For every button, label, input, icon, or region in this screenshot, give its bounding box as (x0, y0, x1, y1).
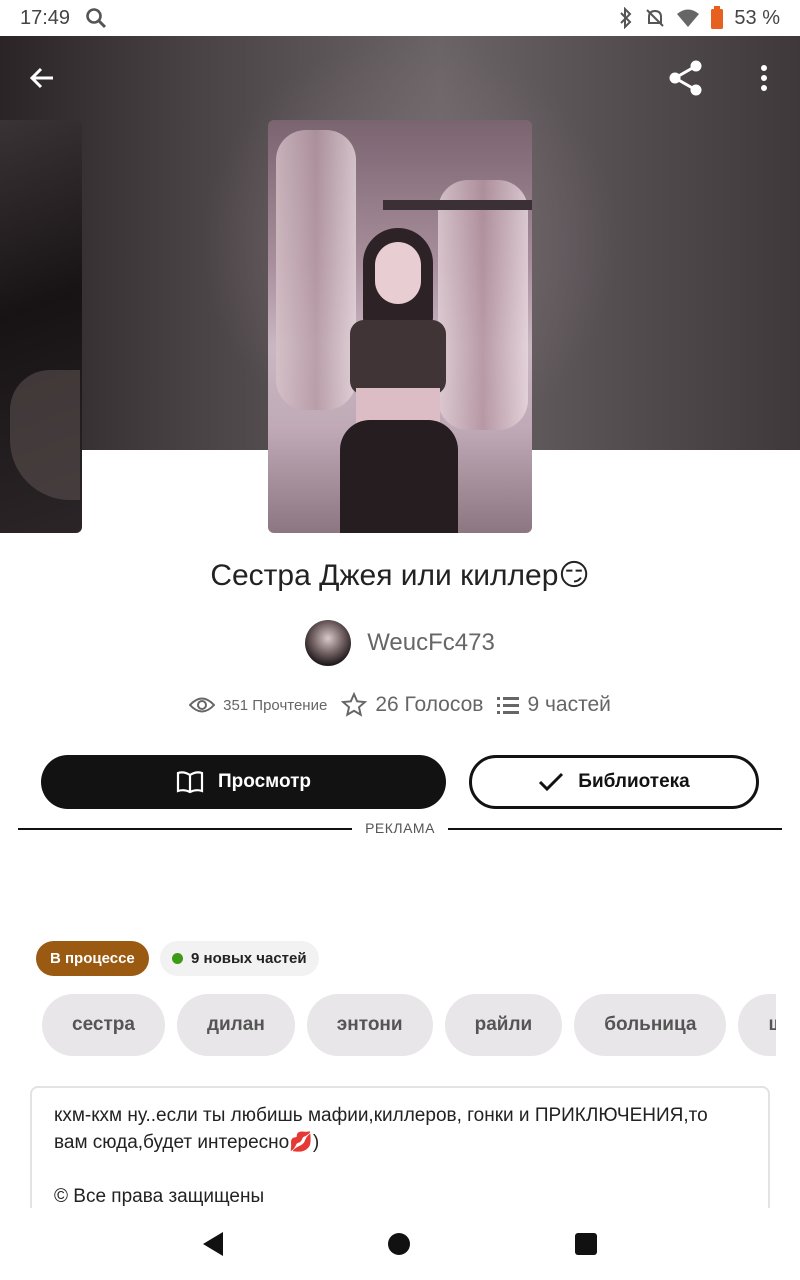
previous-cover-image[interactable] (0, 120, 82, 533)
copyright-text: © Все права защищены (54, 1186, 265, 1207)
reads-count: 351 Прочтение (223, 696, 328, 714)
share-icon (669, 60, 702, 96)
new-indicator-dot (172, 953, 183, 964)
story-title: Сестра Джея или киллер😏 (210, 559, 590, 592)
nav-home-icon[interactable] (387, 1233, 410, 1255)
book-icon (176, 771, 204, 794)
author-link[interactable]: WeucFc473 (0, 620, 800, 666)
read-button-label: Просмотр (217, 771, 312, 792)
star-icon (341, 692, 368, 717)
status-icons: 53 % (618, 6, 780, 30)
status-time: 17:49 (20, 6, 71, 29)
share-button[interactable] (664, 56, 708, 100)
description-text: кхм-кхм ну..если ты любишь мафии,киллеро… (54, 1105, 708, 1153)
back-button[interactable] (20, 56, 64, 100)
reads-stat: 351 Прочтение (189, 696, 327, 714)
cover-image (268, 120, 532, 533)
arrow-left-icon (29, 67, 53, 89)
parts-stat: 9 частей (497, 693, 611, 717)
tag-chip[interactable]: дилан (176, 994, 295, 1056)
nav-recents-icon[interactable] (575, 1233, 598, 1255)
tag-chip[interactable]: сестра (42, 994, 165, 1056)
tag-chip[interactable]: райли (444, 994, 563, 1056)
new-parts-label: 9 новых частей (191, 950, 307, 967)
tag-chip[interactable]: больница (574, 994, 727, 1056)
more-options-button[interactable] (742, 56, 786, 100)
list-icon (497, 697, 520, 714)
author-name[interactable]: WeucFc473 (367, 629, 495, 657)
battery-percent: 53 % (734, 6, 780, 29)
library-button-label: Библиотека (578, 771, 690, 792)
ad-divider: РЕКЛАМА (18, 818, 782, 840)
parts-count: 9 частей (527, 693, 611, 716)
mute-notifications-icon (646, 9, 665, 27)
more-vertical-icon (761, 65, 767, 91)
eye-icon (189, 697, 216, 713)
avatar[interactable] (305, 620, 352, 666)
read-button[interactable]: Просмотр (41, 755, 446, 809)
votes-count: 26 Голосов (375, 693, 484, 716)
new-parts-badge: 9 новых частей (160, 941, 319, 976)
nav-back-icon[interactable] (202, 1232, 223, 1256)
bluetooth-icon (620, 7, 632, 29)
tag-chip[interactable]: шк (738, 994, 776, 1056)
status-badge: В процессе (36, 941, 149, 976)
votes-stat: 26 Голосов (341, 692, 483, 718)
story-stats: 351 Прочтение 26 Голосов 9 частей (0, 692, 800, 718)
battery-icon (711, 6, 724, 29)
tags-carousel[interactable]: сестра дилан энтони райли больница шк (42, 994, 776, 1056)
search-icon (86, 8, 107, 29)
status-bar: 17:49 53 % (0, 0, 800, 36)
library-button[interactable]: Библиотека (469, 755, 759, 809)
tag-chip[interactable]: энтони (306, 994, 433, 1056)
system-navigation-bar (0, 1208, 800, 1280)
check-icon (539, 772, 564, 792)
wifi-icon (677, 9, 700, 27)
